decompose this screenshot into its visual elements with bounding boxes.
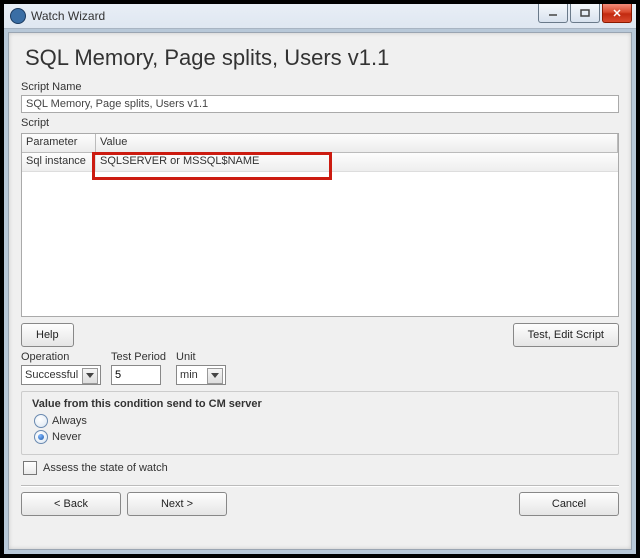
- column-header-parameter[interactable]: Parameter: [22, 134, 96, 152]
- test-period-label: Test Period: [111, 351, 166, 363]
- dialog-body: SQL Memory, Page splits, Users v1.1 Scri…: [8, 32, 632, 550]
- operation-field: Operation Successful: [21, 351, 101, 385]
- unit-select[interactable]: min: [176, 365, 226, 385]
- window-frame: Watch Wizard SQL Memory, Page splits, Us…: [0, 0, 640, 558]
- window-buttons: [538, 4, 632, 22]
- script-name-input[interactable]: [21, 95, 619, 113]
- checkbox-icon: [23, 461, 37, 475]
- table-header: Parameter Value: [22, 134, 618, 153]
- next-button[interactable]: Next >: [127, 492, 227, 516]
- script-label: Script: [21, 117, 619, 129]
- assess-label: Assess the state of watch: [43, 462, 168, 474]
- maximize-button[interactable]: [570, 4, 600, 23]
- script-label-block: Script: [21, 117, 619, 129]
- close-button[interactable]: [602, 4, 632, 23]
- test-period-input[interactable]: [111, 365, 161, 385]
- script-name-field: Script Name: [21, 81, 619, 113]
- assess-checkbox-row[interactable]: Assess the state of watch: [23, 461, 617, 475]
- radio-always[interactable]: Always: [34, 414, 606, 428]
- unit-label: Unit: [176, 351, 226, 363]
- radio-always-label: Always: [52, 415, 87, 427]
- radio-never[interactable]: Never: [34, 430, 606, 444]
- cancel-button[interactable]: Cancel: [519, 492, 619, 516]
- radio-icon: [34, 414, 48, 428]
- column-header-value[interactable]: Value: [96, 134, 618, 152]
- operation-select[interactable]: Successful: [21, 365, 101, 385]
- param-cell: Sql instance: [22, 153, 96, 171]
- unit-field: Unit min: [176, 351, 226, 385]
- table-row[interactable]: Sql instance SQLSERVER or MSSQL$NAME: [22, 153, 618, 172]
- help-button[interactable]: Help: [21, 323, 74, 347]
- script-parameters-table: Parameter Value Sql instance SQLSERVER o…: [21, 133, 619, 317]
- back-button[interactable]: < Back: [21, 492, 121, 516]
- minimize-button[interactable]: [538, 4, 568, 23]
- value-cell: SQLSERVER or MSSQL$NAME: [96, 153, 618, 171]
- cm-server-group-title: Value from this condition send to CM ser…: [32, 398, 608, 410]
- app-icon: [10, 8, 26, 24]
- window-title: Watch Wizard: [31, 9, 105, 23]
- titlebar: Watch Wizard: [4, 4, 636, 29]
- separator: [21, 485, 619, 486]
- test-period-field: Test Period: [111, 351, 166, 385]
- page-title: SQL Memory, Page splits, Users v1.1: [9, 33, 631, 81]
- chevron-down-icon: [82, 368, 98, 384]
- operation-label: Operation: [21, 351, 101, 363]
- cm-server-group: Value from this condition send to CM ser…: [21, 391, 619, 455]
- radio-never-label: Never: [52, 431, 81, 443]
- script-name-label: Script Name: [21, 81, 619, 93]
- radio-icon: [34, 430, 48, 444]
- test-edit-script-button[interactable]: Test, Edit Script: [513, 323, 619, 347]
- chevron-down-icon: [207, 368, 223, 384]
